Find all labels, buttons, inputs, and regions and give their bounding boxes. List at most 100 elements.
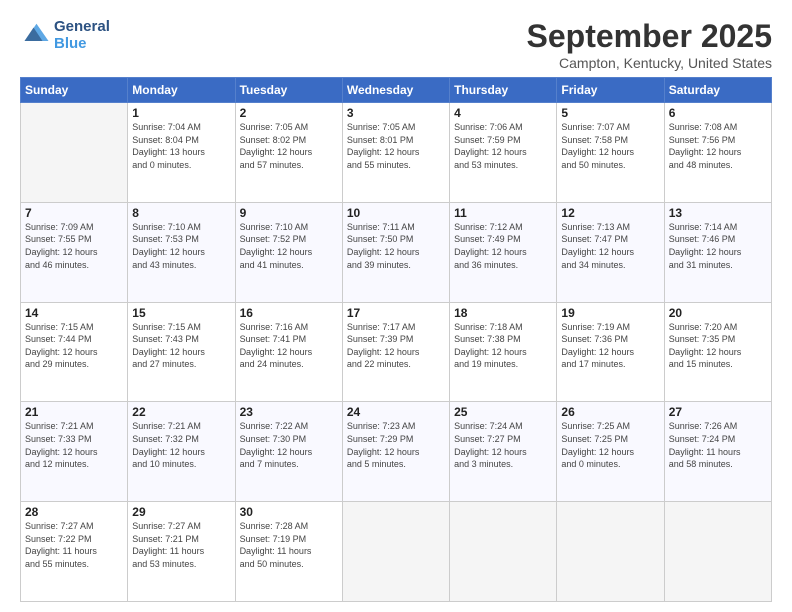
calendar-day-8: 8Sunrise: 7:10 AM Sunset: 7:53 PM Daylig…	[128, 202, 235, 302]
day-number: 28	[25, 505, 123, 519]
day-number: 3	[347, 106, 445, 120]
calendar-day-5: 5Sunrise: 7:07 AM Sunset: 7:58 PM Daylig…	[557, 103, 664, 203]
day-number: 10	[347, 206, 445, 220]
day-number: 22	[132, 405, 230, 419]
day-detail: Sunrise: 7:18 AM Sunset: 7:38 PM Dayligh…	[454, 321, 552, 371]
weekday-header-monday: Monday	[128, 78, 235, 103]
day-detail: Sunrise: 7:19 AM Sunset: 7:36 PM Dayligh…	[561, 321, 659, 371]
calendar-table: SundayMondayTuesdayWednesdayThursdayFrid…	[20, 77, 772, 602]
weekday-header-thursday: Thursday	[450, 78, 557, 103]
calendar-day-3: 3Sunrise: 7:05 AM Sunset: 8:01 PM Daylig…	[342, 103, 449, 203]
calendar-day-22: 22Sunrise: 7:21 AM Sunset: 7:32 PM Dayli…	[128, 402, 235, 502]
weekday-header-tuesday: Tuesday	[235, 78, 342, 103]
day-number: 12	[561, 206, 659, 220]
day-number: 21	[25, 405, 123, 419]
day-detail: Sunrise: 7:10 AM Sunset: 7:53 PM Dayligh…	[132, 221, 230, 271]
day-number: 11	[454, 206, 552, 220]
calendar-empty-cell	[450, 502, 557, 602]
day-detail: Sunrise: 7:21 AM Sunset: 7:33 PM Dayligh…	[25, 420, 123, 470]
day-detail: Sunrise: 7:12 AM Sunset: 7:49 PM Dayligh…	[454, 221, 552, 271]
location: Campton, Kentucky, United States	[527, 55, 772, 71]
calendar-week-row: 7Sunrise: 7:09 AM Sunset: 7:55 PM Daylig…	[21, 202, 772, 302]
day-number: 5	[561, 106, 659, 120]
day-detail: Sunrise: 7:11 AM Sunset: 7:50 PM Dayligh…	[347, 221, 445, 271]
calendar-day-18: 18Sunrise: 7:18 AM Sunset: 7:38 PM Dayli…	[450, 302, 557, 402]
day-detail: Sunrise: 7:08 AM Sunset: 7:56 PM Dayligh…	[669, 121, 767, 171]
calendar-day-24: 24Sunrise: 7:23 AM Sunset: 7:29 PM Dayli…	[342, 402, 449, 502]
calendar-week-row: 28Sunrise: 7:27 AM Sunset: 7:22 PM Dayli…	[21, 502, 772, 602]
logo-icon	[20, 20, 50, 50]
weekday-header-friday: Friday	[557, 78, 664, 103]
day-detail: Sunrise: 7:13 AM Sunset: 7:47 PM Dayligh…	[561, 221, 659, 271]
day-number: 15	[132, 306, 230, 320]
day-detail: Sunrise: 7:21 AM Sunset: 7:32 PM Dayligh…	[132, 420, 230, 470]
day-detail: Sunrise: 7:17 AM Sunset: 7:39 PM Dayligh…	[347, 321, 445, 371]
calendar-day-25: 25Sunrise: 7:24 AM Sunset: 7:27 PM Dayli…	[450, 402, 557, 502]
day-number: 18	[454, 306, 552, 320]
calendar-day-21: 21Sunrise: 7:21 AM Sunset: 7:33 PM Dayli…	[21, 402, 128, 502]
calendar-week-row: 14Sunrise: 7:15 AM Sunset: 7:44 PM Dayli…	[21, 302, 772, 402]
day-detail: Sunrise: 7:27 AM Sunset: 7:22 PM Dayligh…	[25, 520, 123, 570]
calendar-day-19: 19Sunrise: 7:19 AM Sunset: 7:36 PM Dayli…	[557, 302, 664, 402]
calendar-day-26: 26Sunrise: 7:25 AM Sunset: 7:25 PM Dayli…	[557, 402, 664, 502]
weekday-header-row: SundayMondayTuesdayWednesdayThursdayFrid…	[21, 78, 772, 103]
day-detail: Sunrise: 7:14 AM Sunset: 7:46 PM Dayligh…	[669, 221, 767, 271]
logo: General Blue	[20, 18, 110, 52]
day-detail: Sunrise: 7:04 AM Sunset: 8:04 PM Dayligh…	[132, 121, 230, 171]
day-number: 20	[669, 306, 767, 320]
day-detail: Sunrise: 7:07 AM Sunset: 7:58 PM Dayligh…	[561, 121, 659, 171]
calendar-week-row: 1Sunrise: 7:04 AM Sunset: 8:04 PM Daylig…	[21, 103, 772, 203]
day-detail: Sunrise: 7:16 AM Sunset: 7:41 PM Dayligh…	[240, 321, 338, 371]
day-number: 4	[454, 106, 552, 120]
day-detail: Sunrise: 7:26 AM Sunset: 7:24 PM Dayligh…	[669, 420, 767, 470]
calendar-empty-cell	[342, 502, 449, 602]
day-number: 16	[240, 306, 338, 320]
day-number: 2	[240, 106, 338, 120]
weekday-header-wednesday: Wednesday	[342, 78, 449, 103]
logo-text: General Blue	[54, 18, 110, 52]
calendar-day-6: 6Sunrise: 7:08 AM Sunset: 7:56 PM Daylig…	[664, 103, 771, 203]
calendar-day-10: 10Sunrise: 7:11 AM Sunset: 7:50 PM Dayli…	[342, 202, 449, 302]
day-detail: Sunrise: 7:05 AM Sunset: 8:01 PM Dayligh…	[347, 121, 445, 171]
calendar-day-11: 11Sunrise: 7:12 AM Sunset: 7:49 PM Dayli…	[450, 202, 557, 302]
day-number: 24	[347, 405, 445, 419]
day-number: 30	[240, 505, 338, 519]
day-number: 27	[669, 405, 767, 419]
calendar-day-15: 15Sunrise: 7:15 AM Sunset: 7:43 PM Dayli…	[128, 302, 235, 402]
day-number: 1	[132, 106, 230, 120]
day-number: 23	[240, 405, 338, 419]
calendar-day-1: 1Sunrise: 7:04 AM Sunset: 8:04 PM Daylig…	[128, 103, 235, 203]
day-detail: Sunrise: 7:06 AM Sunset: 7:59 PM Dayligh…	[454, 121, 552, 171]
calendar-day-4: 4Sunrise: 7:06 AM Sunset: 7:59 PM Daylig…	[450, 103, 557, 203]
day-detail: Sunrise: 7:05 AM Sunset: 8:02 PM Dayligh…	[240, 121, 338, 171]
day-number: 25	[454, 405, 552, 419]
day-detail: Sunrise: 7:24 AM Sunset: 7:27 PM Dayligh…	[454, 420, 552, 470]
day-number: 19	[561, 306, 659, 320]
day-detail: Sunrise: 7:22 AM Sunset: 7:30 PM Dayligh…	[240, 420, 338, 470]
day-number: 9	[240, 206, 338, 220]
header: General Blue September 2025 Campton, Ken…	[20, 18, 772, 71]
day-detail: Sunrise: 7:25 AM Sunset: 7:25 PM Dayligh…	[561, 420, 659, 470]
calendar-day-23: 23Sunrise: 7:22 AM Sunset: 7:30 PM Dayli…	[235, 402, 342, 502]
day-detail: Sunrise: 7:28 AM Sunset: 7:19 PM Dayligh…	[240, 520, 338, 570]
calendar-day-14: 14Sunrise: 7:15 AM Sunset: 7:44 PM Dayli…	[21, 302, 128, 402]
day-detail: Sunrise: 7:23 AM Sunset: 7:29 PM Dayligh…	[347, 420, 445, 470]
calendar-day-16: 16Sunrise: 7:16 AM Sunset: 7:41 PM Dayli…	[235, 302, 342, 402]
calendar-day-29: 29Sunrise: 7:27 AM Sunset: 7:21 PM Dayli…	[128, 502, 235, 602]
weekday-header-sunday: Sunday	[21, 78, 128, 103]
calendar-day-28: 28Sunrise: 7:27 AM Sunset: 7:22 PM Dayli…	[21, 502, 128, 602]
calendar-week-row: 21Sunrise: 7:21 AM Sunset: 7:33 PM Dayli…	[21, 402, 772, 502]
day-number: 14	[25, 306, 123, 320]
day-detail: Sunrise: 7:20 AM Sunset: 7:35 PM Dayligh…	[669, 321, 767, 371]
calendar-empty-cell	[21, 103, 128, 203]
calendar-day-27: 27Sunrise: 7:26 AM Sunset: 7:24 PM Dayli…	[664, 402, 771, 502]
day-number: 17	[347, 306, 445, 320]
calendar-day-7: 7Sunrise: 7:09 AM Sunset: 7:55 PM Daylig…	[21, 202, 128, 302]
day-detail: Sunrise: 7:15 AM Sunset: 7:43 PM Dayligh…	[132, 321, 230, 371]
calendar-day-20: 20Sunrise: 7:20 AM Sunset: 7:35 PM Dayli…	[664, 302, 771, 402]
day-number: 8	[132, 206, 230, 220]
calendar-day-30: 30Sunrise: 7:28 AM Sunset: 7:19 PM Dayli…	[235, 502, 342, 602]
page: General Blue September 2025 Campton, Ken…	[0, 0, 792, 612]
day-number: 26	[561, 405, 659, 419]
calendar-day-13: 13Sunrise: 7:14 AM Sunset: 7:46 PM Dayli…	[664, 202, 771, 302]
